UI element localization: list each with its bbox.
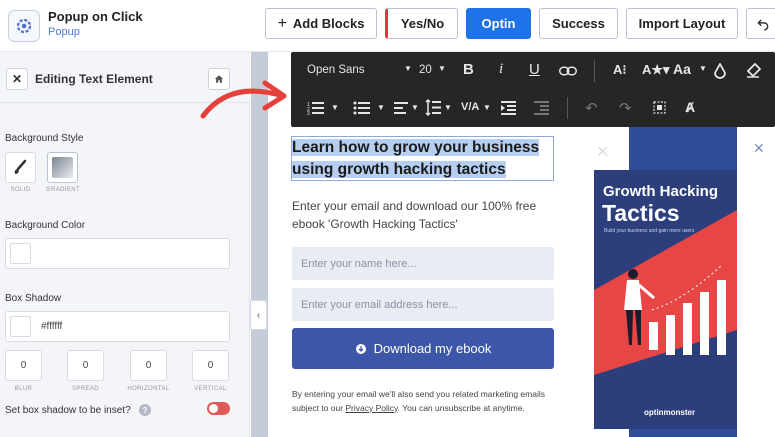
yesno-view-button[interactable]: Yes/No: [385, 8, 458, 39]
horizontal-label: HORIZONTAL: [127, 386, 170, 392]
text-color-icon[interactable]: [714, 63, 726, 79]
add-blocks-button[interactable]: + Add Blocks: [265, 8, 377, 39]
italic-icon[interactable]: i: [499, 61, 503, 78]
clear-formatting-icon[interactable]: Ⱥ: [685, 99, 695, 115]
paintbrush-icon: [14, 159, 27, 174]
svg-text:3: 3: [307, 111, 310, 115]
spread-label: SPREAD: [71, 386, 100, 392]
vertical-input[interactable]: 0: [192, 350, 229, 381]
toolbar-undo-icon[interactable]: ↶: [585, 99, 598, 117]
blur-input[interactable]: 0: [5, 350, 42, 381]
popup-subtext[interactable]: Enter your email and download our 100% f…: [292, 197, 557, 233]
undo-icon: [757, 18, 769, 31]
bullet-list-icon[interactable]: [353, 101, 370, 115]
underline-icon[interactable]: U: [529, 61, 540, 78]
letter-spacing-caret-icon[interactable]: ▼: [483, 103, 491, 112]
gear-logo-icon[interactable]: [8, 10, 40, 42]
import-layout-button[interactable]: Import Layout: [626, 8, 738, 39]
headline-line2: using growth hacking tactics: [292, 161, 506, 178]
bold-icon[interactable]: B: [463, 61, 474, 78]
font-size-select[interactable]: 20: [419, 64, 432, 76]
box-shadow-color-field[interactable]: #ffffff: [5, 311, 230, 342]
annotation-arrow-icon: [200, 80, 287, 119]
add-blocks-label: Add Blocks: [292, 16, 365, 31]
background-color-swatch[interactable]: [10, 243, 31, 264]
vertical-label: VERTICAL: [194, 386, 227, 392]
font-family-caret-icon[interactable]: ▼: [404, 64, 412, 73]
popup-headline[interactable]: Learn how to grow your business using gr…: [292, 137, 562, 181]
download-circle-icon: [355, 343, 366, 354]
font-size-caret-icon[interactable]: ▼: [438, 64, 446, 73]
solid-label: SOLID: [10, 187, 31, 193]
ordered-list-icon[interactable]: 123: [307, 101, 324, 115]
background-color-field[interactable]: [5, 238, 230, 269]
line-height-icon[interactable]: [425, 99, 441, 116]
text-case-icon[interactable]: Aa: [673, 61, 691, 77]
box-shadow-swatch[interactable]: [10, 316, 31, 337]
gradient-style-button[interactable]: [47, 152, 78, 183]
box-shadow-value: #ffffff: [41, 321, 63, 332]
book-brand-logo: optinmonster: [644, 408, 696, 417]
gradient-label: GRADIENT: [45, 187, 81, 193]
yesno-label: Yes/No: [400, 16, 445, 31]
success-view-button[interactable]: Success: [539, 8, 618, 39]
line-height-caret-icon[interactable]: ▼: [444, 103, 452, 112]
email-input[interactable]: Enter your email address here...: [292, 288, 554, 321]
align-caret-icon[interactable]: ▼: [411, 103, 419, 112]
disclaimer-after: . You can unsubscribe at anytime.: [397, 402, 525, 413]
inset-toggle[interactable]: [207, 402, 230, 415]
clear-format-eraser-icon[interactable]: [746, 63, 761, 78]
select-all-icon[interactable]: [653, 101, 666, 114]
top-header: Popup on Click Popup + Add Blocks Yes/No…: [0, 0, 775, 52]
background-color-label: Background Color: [5, 220, 86, 231]
text-style-icon[interactable]: A★▾: [642, 62, 670, 78]
download-ebook-label: Download my ebook: [373, 341, 492, 356]
help-icon[interactable]: ?: [139, 404, 151, 416]
link-icon[interactable]: [559, 65, 577, 77]
gradient-swatch: [52, 157, 73, 178]
ordered-list-caret-icon[interactable]: ▼: [331, 103, 339, 112]
privacy-policy-link[interactable]: Privacy Policy: [345, 403, 397, 413]
toolbar-divider: [594, 60, 595, 82]
letter-spacing-icon[interactable]: V/A: [461, 101, 479, 113]
close-icon[interactable]: ✕: [6, 68, 28, 90]
campaign-type[interactable]: Popup: [48, 26, 80, 38]
success-label: Success: [552, 16, 605, 31]
optin-view-button[interactable]: Optin: [466, 8, 531, 39]
toolbar-divider: [567, 97, 568, 119]
blur-label: BLUR: [14, 386, 33, 392]
import-layout-label: Import Layout: [638, 16, 726, 31]
download-ebook-button[interactable]: Download my ebook: [292, 328, 554, 369]
optin-label: Optin: [481, 16, 516, 31]
font-family-select[interactable]: Open Sans: [307, 64, 365, 76]
inset-label: Set box shadow to be inset?: [5, 405, 131, 416]
name-input[interactable]: Enter your name here...: [292, 247, 554, 280]
horizontal-input[interactable]: 0: [130, 350, 167, 381]
background-style-label: Background Style: [5, 133, 84, 144]
indent-icon[interactable]: [501, 101, 516, 115]
book-title-line1: Growth Hacking: [603, 183, 719, 200]
bullet-list-caret-icon[interactable]: ▼: [377, 103, 385, 112]
spread-input[interactable]: 0: [67, 350, 104, 381]
decor-x-icon: ✕: [596, 144, 610, 161]
solid-style-button[interactable]: [5, 152, 36, 183]
book-subtitle: Build your business and gain more users: [604, 228, 695, 234]
toggle-knob: [209, 404, 218, 413]
campaign-title: Popup on Click: [48, 9, 143, 24]
text-size-icon[interactable]: A⁝: [613, 62, 627, 78]
headline-line1: Learn how to grow your business: [292, 139, 540, 156]
decor-x-icon: ✕: [753, 140, 765, 156]
text-formatting-toolbar: Open Sans ▼ 20 ▼ B i U A⁝ A★▾ Aa ▼ 123 ▼…: [291, 52, 775, 127]
toolbar-redo-icon[interactable]: ↷: [619, 99, 632, 117]
align-icon[interactable]: [394, 101, 408, 115]
box-shadow-label: Box Shadow: [5, 293, 62, 304]
collapse-sidebar-chevron-icon[interactable]: ‹: [250, 300, 267, 330]
undo-button[interactable]: [746, 8, 775, 39]
outdent-icon[interactable]: [534, 101, 549, 115]
plus-icon: +: [277, 14, 287, 32]
sidebar-title: Editing Text Element: [35, 72, 153, 86]
disclaimer-text: By entering your email we'll also send y…: [292, 388, 554, 415]
text-case-caret-icon[interactable]: ▼: [699, 64, 707, 73]
book-title-line2: Tactics: [602, 200, 680, 226]
